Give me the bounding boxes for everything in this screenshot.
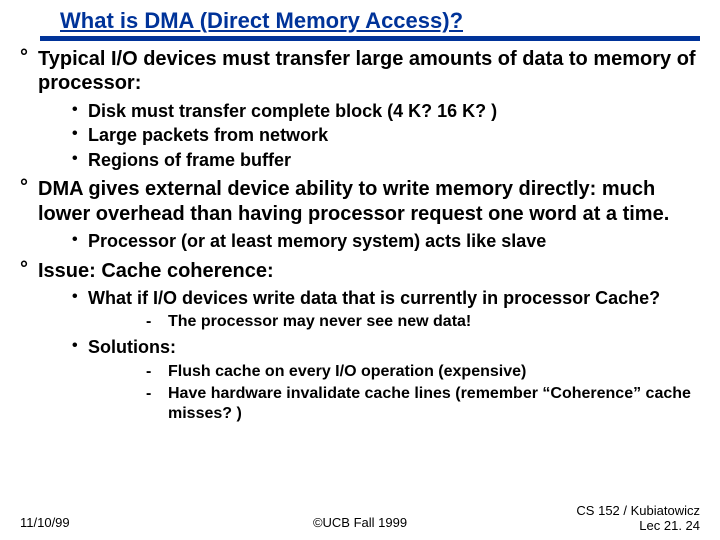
sub-1-1: Disk must transfer complete block (4 K? … bbox=[72, 100, 700, 123]
bullet-2: DMA gives external device ability to wri… bbox=[20, 177, 700, 252]
bullet-3: Issue: Cache coherence: What if I/O devi… bbox=[20, 259, 700, 424]
dash-3-1-1: The processor may never see new data! bbox=[146, 312, 700, 332]
sub-3-1-text: What if I/O devices write data that is c… bbox=[88, 288, 660, 308]
title-underline bbox=[40, 36, 700, 41]
sub-3-2-text: Solutions: bbox=[88, 337, 176, 357]
bullet-3-sublist: What if I/O devices write data that is c… bbox=[38, 287, 700, 424]
sub-2-1: Processor (or at least memory system) ac… bbox=[72, 230, 700, 253]
bullet-1: Typical I/O devices must transfer large … bbox=[20, 47, 700, 171]
bullet-2-text: DMA gives external device ability to wri… bbox=[38, 178, 669, 224]
bullet-3-text: Issue: Cache coherence: bbox=[38, 260, 274, 282]
bullet-1-sublist: Disk must transfer complete block (4 K? … bbox=[38, 100, 700, 172]
dash-3-2-1: Flush cache on every I/O operation (expe… bbox=[146, 362, 700, 382]
sub-3-2-dashlist: Flush cache on every I/O operation (expe… bbox=[88, 362, 700, 424]
sub-3-1: What if I/O devices write data that is c… bbox=[72, 287, 700, 333]
footer-course: CS 152 / Kubiatowicz Lec 21. 24 bbox=[576, 503, 700, 534]
dash-3-2-2: Have hardware invalidate cache lines (re… bbox=[146, 384, 700, 424]
sub-1-3: Regions of frame buffer bbox=[72, 149, 700, 172]
sub-3-2: Solutions: Flush cache on every I/O oper… bbox=[72, 336, 700, 424]
slide: What is DMA (Direct Memory Access)? Typi… bbox=[0, 0, 720, 540]
bullet-1-text: Typical I/O devices must transfer large … bbox=[38, 48, 696, 94]
footer-course-line2: Lec 21. 24 bbox=[576, 518, 700, 534]
main-list: Typical I/O devices must transfer large … bbox=[20, 47, 700, 424]
sub-1-2: Large packets from network bbox=[72, 124, 700, 147]
slide-title: What is DMA (Direct Memory Access)? bbox=[60, 8, 700, 34]
footer-course-line1: CS 152 / Kubiatowicz bbox=[576, 503, 700, 519]
bullet-2-sublist: Processor (or at least memory system) ac… bbox=[38, 230, 700, 253]
sub-3-1-dashlist: The processor may never see new data! bbox=[88, 312, 700, 332]
